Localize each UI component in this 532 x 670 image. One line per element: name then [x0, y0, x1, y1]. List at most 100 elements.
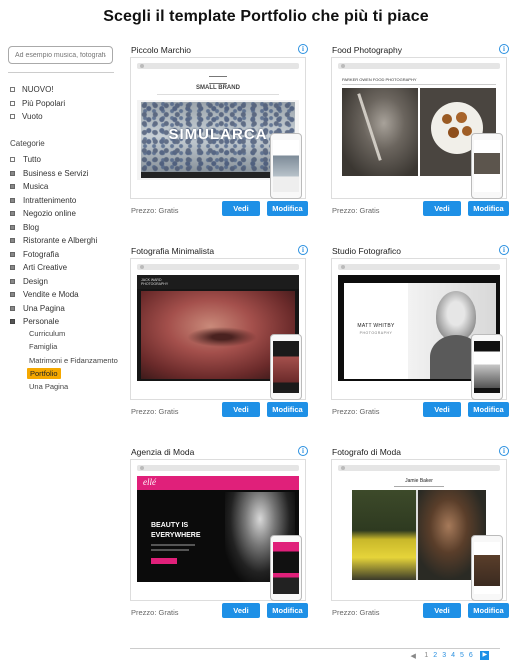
page-link[interactable]: 6: [469, 652, 473, 659]
search-input[interactable]: [8, 46, 113, 64]
view-button[interactable]: Vedi: [222, 603, 260, 618]
preview-headline-2: EVERYWHERE: [151, 532, 201, 539]
info-icon[interactable]: i: [499, 446, 509, 456]
filter-popular[interactable]: Più Popolari: [10, 97, 65, 111]
template-card: Piccolo Marchio i SMALL BRAND SIMULARCA …: [130, 44, 310, 235]
expand-icon[interactable]: [10, 197, 15, 203]
subcategory-item-active[interactable]: Portfolio: [27, 367, 118, 380]
template-preview[interactable]: SMALL BRAND SIMULARCA: [130, 57, 306, 199]
page-title: Scegli il template Portfolio che più ti …: [103, 8, 429, 25]
view-button[interactable]: Vedi: [222, 402, 260, 417]
mobile-preview: [471, 535, 503, 601]
checkbox-icon: [10, 157, 15, 163]
subcategory-item[interactable]: Famiglia: [29, 340, 118, 353]
expand-icon[interactable]: [10, 265, 15, 271]
checkbox-icon: [10, 87, 15, 93]
category-item[interactable]: Negozio online: [10, 207, 97, 221]
edit-button[interactable]: Modifica: [468, 603, 509, 618]
preview-brand: JACK WARD PHOTOGRAPHY: [141, 278, 169, 286]
page-link[interactable]: 5: [460, 652, 464, 659]
preview-headline-1: BEAUTY IS: [151, 522, 189, 529]
template-title: Fotografia Minimalista: [131, 246, 215, 256]
category-item[interactable]: Fotografia: [10, 248, 97, 262]
template-title: Agenzia di Moda: [131, 447, 195, 457]
expand-icon[interactable]: [10, 224, 15, 230]
info-icon[interactable]: i: [298, 446, 308, 456]
preview-sub: PHOTOGRAPHY: [359, 331, 393, 335]
category-item[interactable]: Vendite e Moda: [10, 288, 97, 302]
category-item[interactable]: Tutto: [10, 153, 97, 167]
category-item[interactable]: Intrattenimento: [10, 194, 97, 208]
template-price: Prezzo: Gratis: [332, 206, 380, 215]
subcategory-item[interactable]: Matrimoni e Fidanzamento: [29, 354, 118, 367]
arrow-left-icon[interactable]: ◀: [411, 652, 416, 660]
category-item[interactable]: Design: [10, 275, 97, 289]
expand-icon[interactable]: [10, 251, 15, 257]
info-icon[interactable]: i: [298, 44, 308, 54]
subcategory-item[interactable]: Curriculum: [29, 327, 118, 340]
browser-bar: [338, 465, 500, 471]
template-card: Agenzia di Moda i ellé BEAUTY IS EVERYWH…: [130, 446, 310, 637]
preview-brand: PARKER OWEN FOOD PHOTOGRAPHY: [342, 77, 417, 82]
info-icon[interactable]: i: [499, 44, 509, 54]
collapse-icon[interactable]: [10, 319, 15, 325]
template-preview[interactable]: Jamie Baker: [331, 459, 507, 601]
subcategory-item[interactable]: Una Pagina: [29, 380, 118, 393]
template-preview[interactable]: MATT WHITBY PHOTOGRAPHY: [331, 258, 507, 400]
template-price: Prezzo: Gratis: [131, 407, 179, 416]
expand-icon[interactable]: [10, 238, 15, 244]
template-preview[interactable]: ellé BEAUTY IS EVERYWHERE: [130, 459, 306, 601]
view-button[interactable]: Vedi: [423, 402, 461, 417]
category-item[interactable]: Ristorante e Alberghi: [10, 234, 97, 248]
template-price: Prezzo: Gratis: [332, 407, 380, 416]
info-icon[interactable]: i: [298, 245, 308, 255]
expand-icon[interactable]: [10, 170, 15, 176]
template-price: Prezzo: Gratis: [131, 608, 179, 617]
expand-icon[interactable]: [10, 184, 15, 190]
template-card: Fotografia Minimalista i JACK WARD PHOTO…: [130, 245, 310, 436]
category-item[interactable]: Una Pagina: [10, 302, 97, 316]
info-icon[interactable]: i: [499, 245, 509, 255]
arrow-right-icon[interactable]: ▶: [480, 651, 490, 660]
edit-button[interactable]: Modifica: [267, 402, 308, 417]
brand-logo: [209, 76, 227, 84]
checkbox-icon: [10, 100, 15, 106]
page-link[interactable]: 3: [442, 652, 446, 659]
preview-brand: MATT WHITBY: [357, 323, 395, 329]
preview-brand: ellé: [143, 477, 156, 487]
template-title: Food Photography: [332, 45, 402, 55]
pagination-divider: [130, 648, 500, 649]
category-item[interactable]: Arti Creative: [10, 261, 97, 275]
edit-button[interactable]: Modifica: [267, 603, 308, 618]
category-item[interactable]: Musica: [10, 180, 97, 194]
expand-icon[interactable]: [10, 292, 15, 298]
template-title: Fotografo di Moda: [332, 447, 401, 457]
subcategory-list: Curriculum Famiglia Matrimoni e Fidanzam…: [27, 327, 118, 393]
edit-button[interactable]: Modifica: [468, 402, 509, 417]
page-link[interactable]: 4: [451, 652, 455, 659]
browser-bar: [137, 465, 299, 471]
categories-heading: Categorie: [10, 139, 45, 148]
page-link-current: 1: [424, 652, 429, 659]
edit-button[interactable]: Modifica: [468, 201, 509, 216]
template-preview[interactable]: PARKER OWEN FOOD PHOTOGRAPHY: [331, 57, 507, 199]
expand-icon[interactable]: [10, 278, 15, 284]
browser-bar: [338, 264, 500, 270]
view-button[interactable]: Vedi: [423, 201, 461, 216]
template-preview[interactable]: JACK WARD PHOTOGRAPHY: [130, 258, 306, 400]
edit-button[interactable]: Modifica: [267, 201, 308, 216]
view-button[interactable]: Vedi: [423, 603, 461, 618]
category-item[interactable]: Blog: [10, 221, 97, 235]
page-link[interactable]: 2: [433, 652, 437, 659]
view-button[interactable]: Vedi: [222, 201, 260, 216]
checkbox-icon: [10, 114, 15, 120]
mobile-preview: [471, 133, 503, 199]
template-title: Piccolo Marchio: [131, 45, 191, 55]
category-item[interactable]: Business e Servizi: [10, 167, 97, 181]
pagination: ◀ 1 2 3 4 5 6 ▶: [408, 651, 492, 660]
filter-empty[interactable]: Vuoto: [10, 110, 65, 124]
expand-icon[interactable]: [10, 211, 15, 217]
filter-new[interactable]: NUOVO!: [10, 83, 65, 97]
template-card: Fotografo di Moda i Jamie Baker Prezzo: …: [331, 446, 511, 637]
expand-icon[interactable]: [10, 305, 15, 311]
